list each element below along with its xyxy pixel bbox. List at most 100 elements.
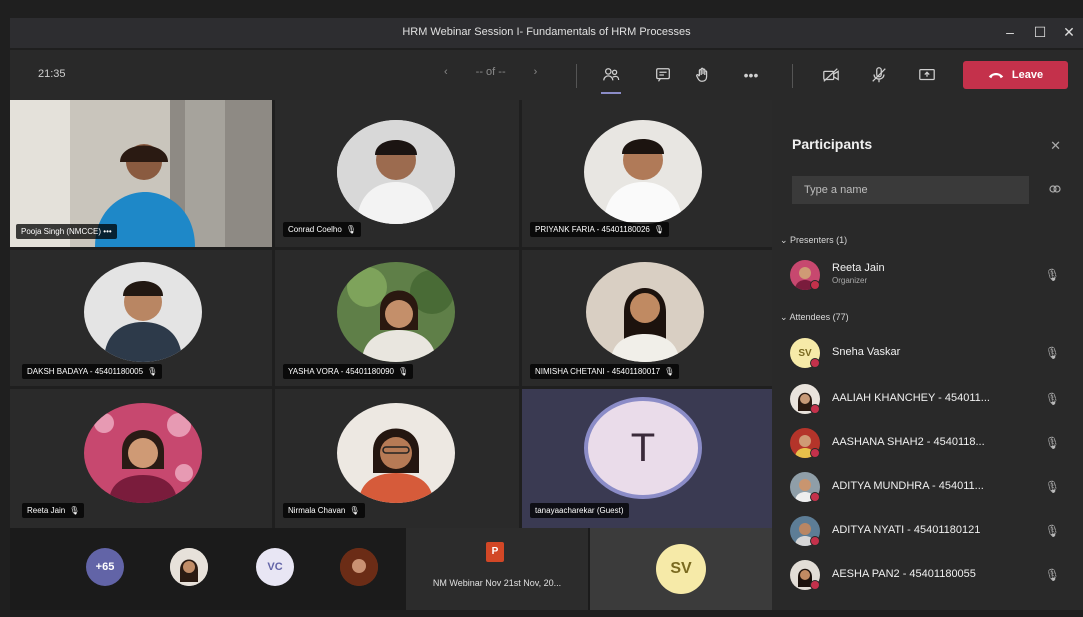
participant-thumbnail[interactable] bbox=[170, 548, 208, 586]
video-tile[interactable]: NIMISHA CHETANI - 45401180017 🎙 bbox=[522, 250, 772, 386]
status-dot bbox=[810, 404, 820, 414]
participant-photo bbox=[84, 262, 202, 362]
mic-off-icon: 🎙 bbox=[398, 367, 409, 376]
participant-name: tanayaacharekar (Guest) bbox=[535, 506, 624, 515]
participants-panel: Participants ✕ ⌄ Presenters (1) Reeta Ja… bbox=[772, 100, 1083, 610]
participant-row[interactable]: AASHANA SHAH2 - 4540118... 🎙 bbox=[790, 426, 1070, 462]
more-actions-icon[interactable]: ••• bbox=[738, 62, 764, 88]
participant-name: PRIYANK FARIA - 45401180026 bbox=[535, 225, 650, 234]
video-tile-active-speaker[interactable]: T tanayaacharekar (Guest) bbox=[522, 389, 772, 528]
close-button[interactable]: ✕ bbox=[1059, 24, 1079, 41]
mic-off-icon: 🎙 bbox=[664, 367, 675, 376]
status-dot bbox=[810, 280, 820, 290]
mic-off-icon: 🎙 bbox=[345, 225, 356, 234]
participant-name: Pooja Singh (NMCCE) bbox=[21, 227, 102, 236]
participant-search-input[interactable] bbox=[792, 176, 1029, 204]
status-dot bbox=[810, 536, 820, 546]
participant-name: YASHA VORA - 45401180090 bbox=[288, 367, 394, 376]
leave-label: Leave bbox=[1011, 69, 1044, 81]
participant-initials-avatar: T bbox=[584, 397, 702, 499]
participant-photo bbox=[584, 120, 702, 224]
collapse-chevron-icon: ⌄ bbox=[780, 235, 791, 245]
participant-row[interactable]: ADITYA MUNDHRA - 454011... 🎙 bbox=[790, 470, 1070, 506]
video-tile[interactable]: YASHA VORA - 45401180090 🎙 bbox=[275, 250, 519, 386]
collapse-chevron-icon: ⌄ bbox=[780, 312, 790, 322]
next-page-button[interactable]: › bbox=[534, 66, 538, 78]
raise-hand-icon[interactable] bbox=[690, 62, 716, 88]
video-tile[interactable]: PRIYANK FARIA - 45401180026 🎙 bbox=[522, 100, 772, 247]
participant-initials-sv: SV bbox=[656, 544, 706, 594]
more-options-icon[interactable]: ••• bbox=[103, 227, 111, 236]
section-label: Presenters (1) bbox=[790, 235, 848, 245]
more-participants-count[interactable]: +65 bbox=[86, 548, 124, 586]
share-screen-icon[interactable] bbox=[914, 62, 940, 88]
participants-icon[interactable] bbox=[598, 62, 624, 94]
video-tile[interactable]: SV bbox=[590, 528, 772, 610]
toolbar-divider bbox=[792, 64, 793, 88]
status-dot bbox=[810, 580, 820, 590]
overflow-row: +65 VC P NM Webinar Nov 21st Nov, 20... … bbox=[10, 528, 772, 610]
video-tile[interactable]: Nirmala Chavan 🎙 bbox=[275, 389, 519, 528]
video-grid: Pooja Singh (NMCCE) ••• Conrad Coelho 🎙 P… bbox=[10, 100, 772, 528]
participant-photo bbox=[337, 120, 455, 224]
participant-name-tag: Pooja Singh (NMCCE) ••• bbox=[16, 224, 117, 239]
presenters-section-header[interactable]: ⌄ Presenters (1) bbox=[780, 235, 847, 246]
attendees-section-header[interactable]: ⌄ Attendees (77) bbox=[780, 312, 849, 323]
previous-page-button[interactable]: ‹ bbox=[444, 66, 448, 78]
mic-off-icon: 🎙 bbox=[1044, 392, 1060, 406]
mic-off-icon: 🎙 bbox=[69, 506, 80, 515]
participant-name: Reeta Jain bbox=[832, 262, 885, 274]
mic-off-icon: 🎙 bbox=[653, 225, 665, 234]
participant-photo bbox=[337, 403, 455, 503]
video-tile[interactable]: DAKSH BADAYA - 45401180005 🎙 bbox=[10, 250, 272, 386]
participant-name: ADITYA NYATI - 45401180121 bbox=[832, 524, 981, 536]
video-tile[interactable]: Reeta Jain 🎙 bbox=[10, 389, 272, 528]
shared-file-tile[interactable]: P NM Webinar Nov 21st Nov, 20... bbox=[406, 528, 588, 610]
teams-meeting-window: HRM Webinar Session I- Fundamentals of H… bbox=[0, 0, 1083, 617]
participant-name-tag: YASHA VORA - 45401180090 🎙 bbox=[283, 364, 414, 379]
video-tile[interactable]: Conrad Coelho 🎙 bbox=[275, 100, 519, 247]
participant-name: Conrad Coelho bbox=[288, 225, 342, 234]
participant-row[interactable]: AALIAH KHANCHEY - 454011... 🎙 bbox=[790, 382, 1070, 418]
camera-off-icon[interactable] bbox=[818, 62, 844, 88]
participant-thumbnail[interactable] bbox=[340, 548, 378, 586]
mic-off-icon: 🎙 bbox=[1044, 268, 1060, 282]
video-tile[interactable]: Pooja Singh (NMCCE) ••• bbox=[10, 100, 272, 247]
page-indicator: -- of -- bbox=[475, 66, 506, 78]
minimize-button[interactable]: – bbox=[1000, 24, 1020, 40]
maximize-button[interactable]: ☐ bbox=[1030, 24, 1050, 41]
participant-name-tag: NIMISHA CHETANI - 45401180017 🎙 bbox=[530, 364, 680, 379]
chat-icon[interactable] bbox=[650, 62, 676, 88]
mic-off-icon[interactable] bbox=[866, 62, 892, 88]
title-bar: HRM Webinar Session I- Fundamentals of H… bbox=[10, 18, 1083, 48]
participant-name: DAKSH BADAYA - 45401180005 bbox=[27, 367, 144, 376]
participant-name: ADITYA MUNDHRA - 454011... bbox=[832, 480, 984, 492]
participant-row[interactable]: ADITYA NYATI - 45401180121 🎙 bbox=[790, 514, 1070, 550]
shared-file-name: NM Webinar Nov 21st Nov, 20... bbox=[432, 578, 562, 588]
participant-role: Organizer bbox=[832, 276, 868, 285]
participant-name: NIMISHA CHETANI - 45401180017 bbox=[535, 367, 661, 376]
status-dot bbox=[810, 358, 820, 368]
close-panel-icon[interactable]: ✕ bbox=[1050, 138, 1061, 154]
participant-row[interactable]: AESHA PAN2 - 45401180055 🎙 bbox=[790, 558, 1070, 594]
leave-button[interactable]: Leave bbox=[963, 61, 1068, 89]
participant-photo bbox=[586, 262, 704, 362]
participant-name: Nirmala Chavan bbox=[288, 506, 346, 515]
participant-photo bbox=[337, 262, 455, 362]
window-title: HRM Webinar Session I- Fundamentals of H… bbox=[402, 26, 691, 38]
participant-name: Sneha Vaskar bbox=[832, 346, 901, 358]
share-invite-icon[interactable] bbox=[1049, 184, 1061, 197]
meeting-toolbar: 21:35 ‹ -- of -- › ••• Leave bbox=[10, 50, 1083, 100]
mic-off-icon: 🎙 bbox=[349, 506, 360, 515]
participant-name-tag: Nirmala Chavan 🎙 bbox=[283, 503, 365, 518]
participant-initials-vc[interactable]: VC bbox=[256, 548, 294, 586]
page-navigator: ‹ -- of -- › bbox=[430, 66, 551, 78]
mic-off-icon: 🎙 bbox=[1044, 568, 1060, 582]
mic-off-icon: 🎙 bbox=[1044, 480, 1060, 494]
participant-name-tag: Conrad Coelho 🎙 bbox=[283, 222, 361, 237]
participant-row[interactable]: Reeta Jain Organizer 🎙 bbox=[790, 258, 1070, 294]
panel-title: Participants bbox=[792, 136, 873, 152]
participant-row[interactable]: SV Sneha Vaskar 🎙 bbox=[790, 336, 1070, 372]
status-dot bbox=[810, 492, 820, 502]
section-label: Attendees (77) bbox=[789, 312, 849, 322]
